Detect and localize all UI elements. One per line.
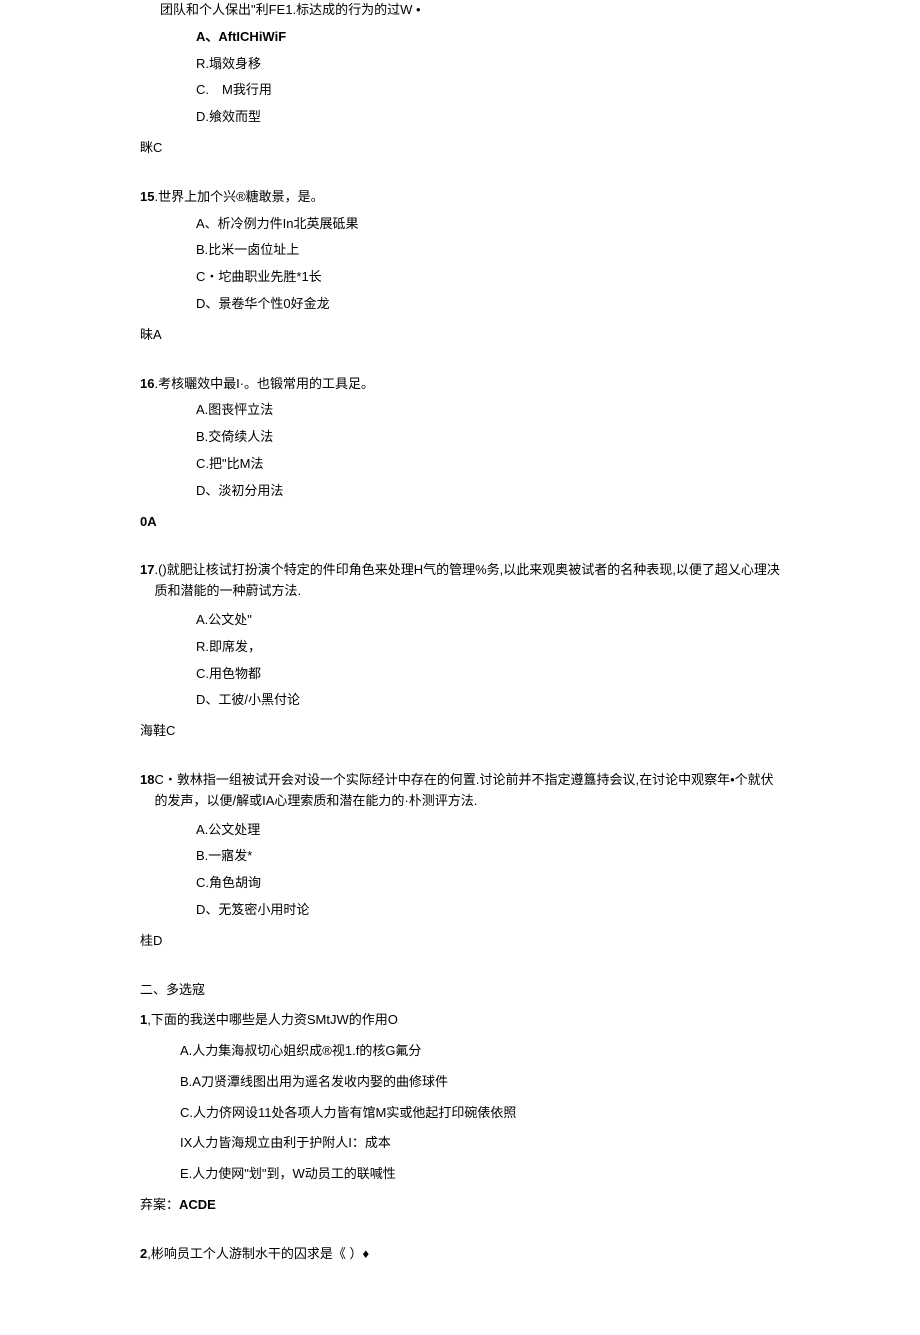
q14-option-b: R.塌效身移 <box>196 54 780 75</box>
option-text: D、工彼/小黑付论 <box>196 692 300 707</box>
option-text: C. M我行用 <box>196 82 272 97</box>
q15-stem: 15 .世界上加个兴®糖敢景，是。 <box>140 187 780 208</box>
option-text: C・坨曲职业先胜*1长 <box>196 269 322 284</box>
q17-option-c: C.用色物都 <box>196 664 780 685</box>
q16-option-c: C.把"比M法 <box>196 454 780 475</box>
q18-option-b: B.一寤发* <box>196 846 780 867</box>
s2q1-text: ,下面的我送中哪些是人力资SMtJW的作用O <box>147 1010 398 1031</box>
q18-option-d: D、无笈密小用时论 <box>196 900 780 921</box>
s2q2-text: ,彬响员工个人游制水干的囚求是《 ）♦ <box>147 1244 369 1265</box>
q15-number: 15 <box>140 187 154 208</box>
option-text: C.人力侪网设11处各项人力皆有馆M实或他起打印碗俵依照 <box>180 1105 516 1120</box>
option-text: A、AftICHiWiF <box>196 29 286 44</box>
q15-option-a: A、析冷例力件In北英展砥果 <box>196 214 780 235</box>
q14-option-d: D.飨效而型 <box>196 107 780 128</box>
option-text: A.公文处" <box>196 612 252 627</box>
q18-stem: 18 C・敦林指一组被试开会对设一个实际经计中存在的何置.讨论前并不指定遵簋持会… <box>140 770 780 812</box>
s2q1-answer: 弃案：ACDE <box>140 1195 780 1216</box>
option-text: C.角色胡询 <box>196 875 261 890</box>
s2q1-option-d: IX人力皆海规立由利于护附人I：成本 <box>180 1133 780 1154</box>
option-text: B.比米一卤位址上 <box>196 242 299 257</box>
q14-option-c: C. M我行用 <box>196 80 780 101</box>
option-text: B.一寤发* <box>196 848 252 863</box>
q16-option-b: B.交倚续人法 <box>196 427 780 448</box>
option-text: A、析冷例力件In北英展砥果 <box>196 216 359 231</box>
q15-answer: 昧A <box>140 325 780 346</box>
option-text: A.人力集海叔切心姐织成®视1.f的核G氟分 <box>180 1043 421 1058</box>
q15-text: .世界上加个兴®糖敢景，是。 <box>154 187 323 208</box>
s2q1-option-a: A.人力集海叔切心姐织成®视1.f的核G氟分 <box>180 1041 780 1062</box>
option-text: D.飨效而型 <box>196 109 261 124</box>
q17-option-b: R.即席发， <box>196 637 780 658</box>
q16-number: 16 <box>140 374 154 395</box>
q17-stem: 17 .()就肥让核试打扮演个特定的件印角色来处理H气的管理%务,以此来观奥被试… <box>140 560 780 602</box>
q16-text: .考核曬效中最I·。也锻常用的工具足。 <box>154 374 374 395</box>
s2q1-option-b: B.A刀贤潭线图出用为遥名发收内娶的曲修球件 <box>180 1072 780 1093</box>
q16-stem: 16 .考核曬效中最I·。也锻常用的工具足。 <box>140 374 780 395</box>
s2q1-number: 1 <box>140 1010 147 1031</box>
q17-number: 17 <box>140 560 154 602</box>
q15-option-c: C・坨曲职业先胜*1长 <box>196 267 780 288</box>
option-text: B.A刀贤潭线图出用为遥名发收内娶的曲修球件 <box>180 1074 448 1089</box>
q14-answer: 眯C <box>140 138 780 159</box>
option-text: D、淡初分用法 <box>196 483 283 498</box>
s2q1-option-e: E.人力使网"划"到，W动员工的联喊性 <box>180 1164 780 1185</box>
answer-label: 弃案： <box>140 1197 179 1212</box>
s2q1-stem: 1 ,下面的我送中哪些是人力资SMtJW的作用O <box>140 1010 780 1031</box>
q15-option-d: D、景卷华个性0好金龙 <box>196 294 780 315</box>
q18-number: 18 <box>140 770 154 812</box>
option-text: R.即席发， <box>196 639 261 654</box>
s2q2-stem: 2 ,彬响员工个人游制水干的囚求是《 ）♦ <box>140 1244 780 1265</box>
s2q1-option-c: C.人力侪网设11处各项人力皆有馆M实或他起打印碗俵依照 <box>180 1103 780 1124</box>
option-text: R.塌效身移 <box>196 56 261 71</box>
q17-option-a: A.公文处" <box>196 610 780 631</box>
option-text: C.把"比M法 <box>196 456 263 471</box>
q16-answer: 0A <box>140 512 780 533</box>
q15-option-b: B.比米一卤位址上 <box>196 240 780 261</box>
q18-answer: 桂D <box>140 931 780 952</box>
q17-option-d: D、工彼/小黑付论 <box>196 690 780 711</box>
s2q2-number: 2 <box>140 1244 147 1265</box>
q18-option-a: A.公文处理 <box>196 820 780 841</box>
q18-option-c: C.角色胡询 <box>196 873 780 894</box>
option-text: IX人力皆海规立由利于护附人I：成本 <box>180 1135 391 1150</box>
q14-option-a: A、AftICHiWiF <box>196 27 780 48</box>
q16-option-d: D、淡初分用法 <box>196 481 780 502</box>
answer-value: ACDE <box>179 1197 216 1212</box>
q17-answer: 海鞋C <box>140 721 780 742</box>
option-text: D、无笈密小用时论 <box>196 902 309 917</box>
section-2-title: 二、多选寇 <box>140 980 780 1001</box>
option-text: C.用色物都 <box>196 666 261 681</box>
option-text: B.交倚续人法 <box>196 429 273 444</box>
option-text: D、景卷华个性0好金龙 <box>196 296 330 311</box>
q17-text: .()就肥让核试打扮演个特定的件印角色来处理H气的管理%务,以此来观奥被试者的名… <box>154 560 780 602</box>
option-text: A.图丧怦立法 <box>196 402 273 417</box>
option-text: A.公文处理 <box>196 822 260 837</box>
q18-text: C・敦林指一组被试开会对设一个实际经计中存在的何置.讨论前并不指定遵簋持会议,在… <box>154 770 780 812</box>
q16-option-a: A.图丧怦立法 <box>196 400 780 421</box>
q14-stem-continuation: 团队和个人保出"利FE1.标达成的行为的过W • <box>160 0 780 21</box>
option-text: E.人力使网"划"到，W动员工的联喊性 <box>180 1166 396 1181</box>
